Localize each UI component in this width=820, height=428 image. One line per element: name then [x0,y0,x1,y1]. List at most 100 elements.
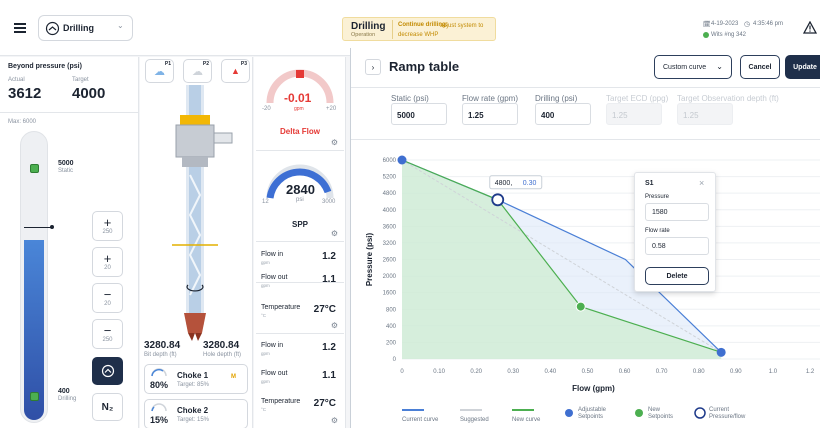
legend-ring-swatch [694,407,706,419]
y-tick-label: 800 [386,307,397,313]
close-icon[interactable]: × [699,178,704,188]
decrease-20-button[interactable]: − 20 [92,283,123,313]
choke-1-name: Choke 1 [177,371,209,380]
pump-p2-button[interactable]: P2 ☁ [183,59,212,83]
wits-text: Wits #ng 342 [711,32,747,38]
x-tick-label: 0.40 [545,369,557,375]
tooltip-x-value: 4800, [495,180,513,187]
expand-button[interactable]: › [365,59,381,75]
target-value: 4000 [72,85,106,102]
settings-icon[interactable]: ⚙ [331,416,338,425]
drilling-input[interactable]: 400 [535,103,591,125]
x-tick-label: 1.0 [769,369,778,375]
ramp-title: Ramp table [389,59,460,74]
tooltip-y-value: 0.30 [523,180,537,187]
legend-label: Current Pressure/flow [709,407,746,420]
decrease-250-button[interactable]: − 250 [92,319,123,349]
target-observation-input: 1.25 [677,103,733,125]
auto-mode-button[interactable] [92,357,123,385]
max-label: Max: 6000 [8,119,37,125]
static-input[interactable]: 5000 [391,103,447,125]
y-tick-label: 6000 [383,158,397,164]
choke-gauge-icon [151,403,167,412]
pump-p1-button[interactable]: P1 ☁ [145,59,174,83]
plus-icon: + [103,251,112,266]
choke-2-target: Target: 15% [177,417,210,423]
static-field-label: Static (psi) [391,94,429,103]
adjustable-setpoint [397,155,407,165]
menu-icon[interactable] [14,23,26,33]
settings-icon[interactable]: ⚙ [331,229,338,238]
gauge-icon [101,364,114,378]
time-text: 4:35:46 pm [753,21,784,27]
y-axis-label: Pressure (psi) [365,232,374,286]
choke-1-card[interactable]: 80% Choke 1 Target: 85% M [144,364,248,394]
plus-icon: + [103,215,112,230]
legend-label: Current curve [402,417,439,423]
chevron-down-icon: ⌄ [716,62,723,71]
alert-text: adjust system to decrease WHP [398,23,484,38]
hole-depth-value: 3280.84 [203,340,240,351]
bit-depth-label: Bit depth (ft) [144,352,177,358]
mode-dropdown[interactable]: Drilling ⌄ [38,15,133,41]
spp-card: 2840 12 psi 3000 SPP ⚙ [256,152,344,242]
nitrogen-button[interactable]: N₂ [92,393,123,421]
legend-label: New Setpoints [648,407,673,420]
pressure-title: Beyond pressure (psi) [8,63,82,70]
choke-2-card[interactable]: 15% Choke 2 Target: 15% [144,399,248,428]
nitrogen-label: N₂ [101,401,114,413]
actual-value: 3612 [8,85,42,102]
cancel-button[interactable]: Cancel [740,55,780,79]
actual-marker-line [24,227,52,228]
choke-1-target: Target: 85% [177,382,210,388]
y-tick-label: 4000 [383,208,397,214]
increase-20-button[interactable]: + 20 [92,247,123,277]
well-panel: P1 ☁ P2 ☁ P3 ▲ 3280.84 Bit depth (ft) 32… [140,57,253,428]
mode-label: Drilling [63,23,94,33]
delta-flow-value: -0.01 [284,91,312,105]
static-marker[interactable] [30,164,39,173]
popup-pressure-label: Pressure [645,194,670,200]
spp-label: SPP [292,220,309,229]
date-text: 4-19-2023 [711,21,739,27]
spp-max: 3000 [322,199,336,205]
target-ecd-input: 1.25 [606,103,662,125]
new-setpoint [575,301,586,312]
static-value: 5000 [58,160,74,167]
target-ecd-field-label: Target ECD (ppg) [606,94,669,103]
choke-2-percent: 15% [150,415,169,425]
choke-2-name: Choke 2 [177,406,209,415]
gauge-icon [45,21,60,36]
operation-banner: Drilling Operation Continue drilling: ad… [342,17,496,41]
choke-1-percent: 80% [150,380,169,390]
hole-depth-label: Hole depth (ft) [203,352,242,358]
drilling-label: Drilling [58,396,77,402]
popup-pressure-input[interactable]: 1580 [645,203,709,221]
popup-flow-input[interactable]: 0.58 [645,237,709,255]
flow-rate-input[interactable]: 1.25 [462,103,518,125]
pressure-gauge [20,131,48,423]
settings-icon[interactable]: ⚙ [331,321,338,330]
curve-select[interactable]: Custom curve ⌄ [654,55,732,79]
delta-flow-min: -20 [262,106,271,112]
y-tick-label: 5200 [383,175,397,181]
static-label: Static [58,168,74,174]
delete-button[interactable]: Delete [645,267,709,285]
spp-unit: psi [296,197,304,203]
drilling-marker[interactable] [30,392,39,401]
spp-value: 2840 [286,182,315,197]
x-axis-label: Flow (gpm) [572,384,615,393]
pump-p3-button[interactable]: P3 ▲ [221,59,250,83]
actual-marker-dot [50,225,54,229]
x-tick-label: 0.20 [470,369,482,375]
warning-icon[interactable] [803,21,817,34]
update-button[interactable]: Update [785,55,820,79]
legend-dot-swatch [635,409,643,417]
legend-label: Suggested [460,417,489,423]
adjustable-setpoint [716,347,726,357]
current-pressure-flow-marker [491,193,505,207]
increase-250-button[interactable]: + 250 [92,211,123,241]
x-tick-label: 0.30 [507,369,519,375]
settings-icon[interactable]: ⚙ [331,138,338,147]
popup-flow-label: Flow rate [645,228,670,234]
